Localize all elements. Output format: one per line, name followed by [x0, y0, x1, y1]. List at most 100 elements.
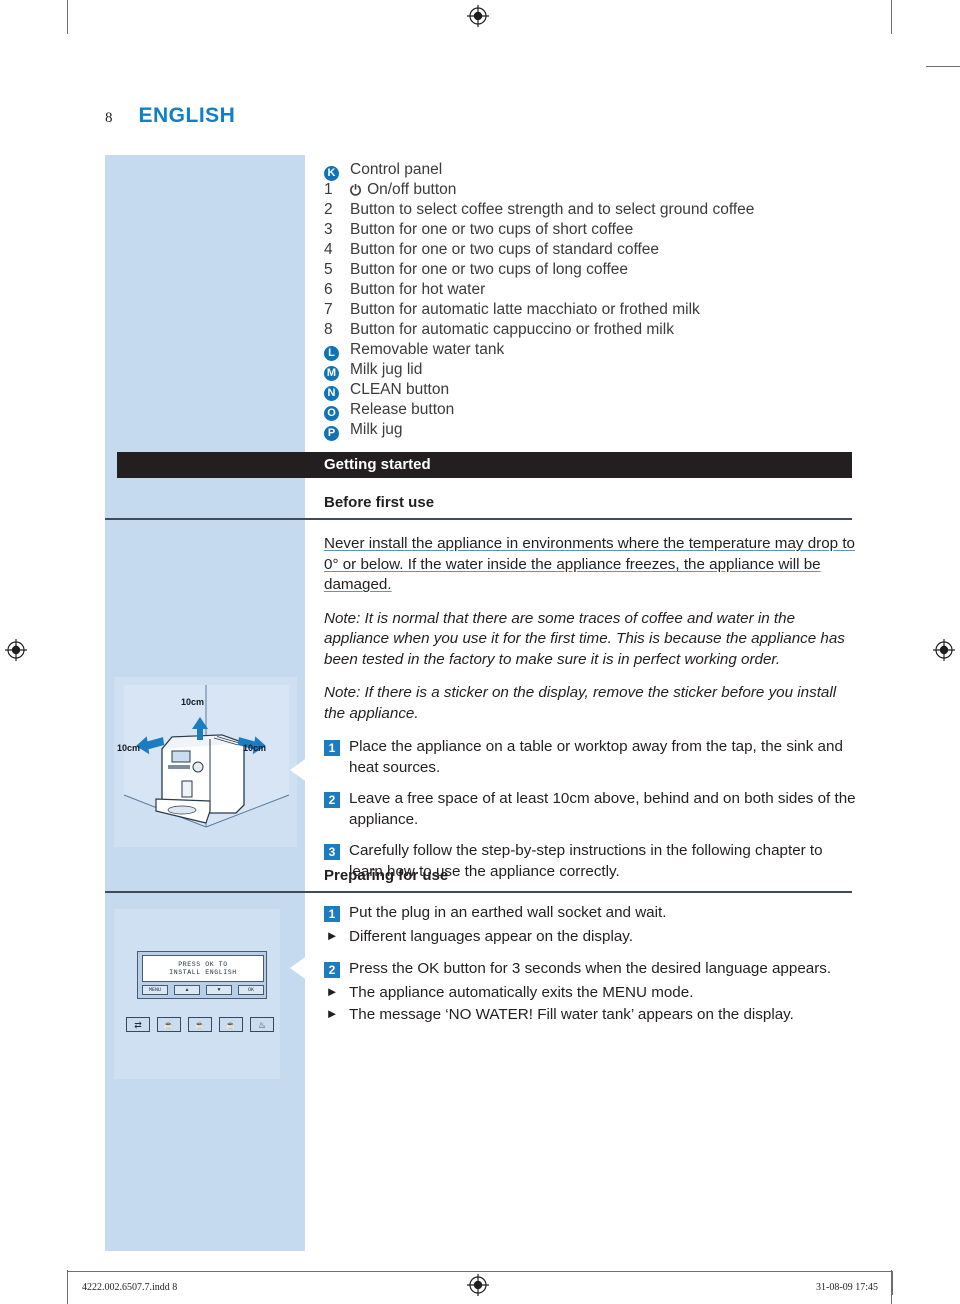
result-bullet-icon: ► — [325, 1006, 339, 1021]
registration-mark-bottom — [467, 1274, 489, 1296]
list-item: 7 Button for automatic latte macchiato o… — [324, 300, 856, 320]
badge-letter: N — [324, 386, 339, 401]
parts-label: Release button — [350, 401, 455, 418]
list-item: 6 Button for hot water — [324, 280, 856, 300]
lcd-screen: PRESS OK TO INSTALL ENGLISH — [142, 955, 264, 982]
list-item: 5 Button for one or two cups of long cof… — [324, 260, 856, 280]
footer-timestamp: 31-08-09 17:45 — [816, 1282, 878, 1293]
lcd-ok-button[interactable]: OK — [238, 985, 264, 995]
parts-label: CLEAN button — [350, 381, 450, 398]
subheading-before-first-use: Before first use — [324, 494, 435, 511]
parts-marker: 1 — [324, 181, 333, 198]
footer-rule — [67, 1271, 893, 1272]
registration-mark-left — [5, 639, 27, 661]
before-first-use-body: Never install the appliance in environme… — [324, 534, 856, 893]
callout-arrow-display — [290, 955, 308, 981]
callout-arrow-machine — [290, 757, 308, 783]
list-item: P Milk jug — [324, 420, 856, 441]
parts-label: Button for one or two cups of standard c… — [350, 241, 660, 258]
result-bullet-icon: ► — [325, 927, 339, 943]
bullet-item: ► The appliance automatically exits the … — [324, 983, 856, 1004]
subheading-preparing-for-use: Preparing for use — [324, 867, 449, 884]
badge-letter: O — [324, 406, 339, 421]
parts-marker: K — [324, 160, 350, 181]
lcd-panel: PRESS OK TO INSTALL ENGLISH MENU ▲ ▼ OK — [137, 951, 267, 999]
crop-mark-right-top — [926, 66, 960, 67]
illustration-machine-clearance: 10cm 10cm 10cm — [113, 676, 298, 848]
parts-label: Removable water tank — [350, 341, 505, 358]
parts-label: Button for automatic cappuccino or froth… — [350, 321, 674, 338]
parts-marker: M — [324, 360, 350, 381]
list-item: L Removable water tank — [324, 340, 856, 361]
parts-label: Control panel — [350, 161, 443, 178]
long-coffee-icon[interactable]: ☕ — [219, 1017, 243, 1032]
parts-marker: 5 — [324, 261, 333, 278]
step-number: 2 — [324, 962, 340, 978]
step-item: 2 Leave a free space of at least 10cm ab… — [324, 789, 856, 830]
step-number: 1 — [324, 906, 340, 922]
list-item: M Milk jug lid — [324, 360, 856, 381]
parts-marker: 4 — [324, 241, 333, 258]
page-header: 8 ENGLISH — [105, 104, 235, 128]
parts-list: K Control panel 1 ⏻ On/off button 2 Butt… — [324, 160, 856, 441]
lcd-down-button[interactable]: ▼ — [206, 985, 232, 995]
bullet-item: ► Different languages appear on the disp… — [324, 927, 856, 948]
step-number: 1 — [324, 740, 340, 756]
footer-tick-left — [67, 1271, 68, 1295]
parts-marker: 8 — [324, 321, 333, 338]
hot-water-icon[interactable]: ♨ — [250, 1017, 274, 1032]
parts-label: Button for one or two cups of short coff… — [350, 221, 634, 238]
list-item: 3 Button for one or two cups of short co… — [324, 220, 856, 240]
rule-preparing-for-use — [105, 891, 852, 893]
parts-marker: L — [324, 340, 350, 361]
bullet-item: ► The message ‘NO WATER! Fill water tank… — [324, 1005, 856, 1026]
crop-mark-top-right — [891, 0, 892, 34]
standard-coffee-icon[interactable]: ☕ — [188, 1017, 212, 1032]
step-number: 3 — [324, 844, 340, 860]
badge-letter: L — [324, 346, 339, 361]
parts-marker: 6 — [324, 281, 333, 298]
note-text-1: Note: It is normal that there are some t… — [324, 609, 845, 668]
parts-marker: P — [324, 420, 350, 441]
step-text: Press the OK button for 3 seconds when t… — [349, 960, 832, 977]
clearance-label-top: 10cm — [181, 697, 205, 707]
lcd-menu-button[interactable]: MENU — [142, 985, 168, 995]
parts-label: Milk jug lid — [350, 361, 423, 378]
result-bullet-icon: ► — [325, 983, 339, 999]
coffee-machine-drawing — [114, 677, 297, 847]
power-icon: ⏻ — [350, 182, 362, 198]
step-item: 1 Place the appliance on a table or work… — [324, 737, 856, 778]
control-panel-icon-row: ⇄ ☕ ☕ ☕ ♨ — [126, 1017, 274, 1032]
registration-mark-top — [467, 5, 489, 27]
preparing-for-use-body: 1 Put the plug in an earthed wall socket… — [324, 903, 856, 1028]
step-text: Put the plug in an earthed wall socket a… — [349, 904, 667, 921]
lcd-up-button[interactable]: ▲ — [174, 985, 200, 995]
section-bar-title: Getting started — [324, 456, 431, 473]
bullet-text: The appliance automatically exits the ME… — [349, 983, 694, 1001]
parts-label: Button for hot water — [350, 281, 486, 298]
lcd-button-row: MENU ▲ ▼ OK — [142, 985, 264, 995]
parts-marker: 3 — [324, 221, 333, 238]
list-item: 8 Button for automatic cappuccino or fro… — [324, 320, 856, 340]
rule-before-first-use — [105, 518, 852, 520]
badge-letter: M — [324, 366, 339, 381]
step-text: Place the appliance on a table or workto… — [349, 738, 843, 776]
footer-filename: 4222.002.6507.7.indd 8 — [82, 1282, 178, 1293]
section-bar-getting-started: Getting started — [117, 452, 852, 478]
short-coffee-icon[interactable]: ☕ — [157, 1017, 181, 1032]
list-item: O Release button — [324, 400, 856, 421]
list-item: N CLEAN button — [324, 380, 856, 401]
parts-list-block: K Control panel 1 ⏻ On/off button 2 Butt… — [324, 160, 856, 441]
page-number: 8 — [105, 110, 113, 126]
step-item: 1 Put the plug in an earthed wall socket… — [324, 903, 856, 924]
lcd-line-1: PRESS OK TO — [178, 961, 228, 968]
parts-label: Button for one or two cups of long coffe… — [350, 261, 629, 278]
badge-letter: P — [324, 426, 339, 441]
illustration-display-language: PRESS OK TO INSTALL ENGLISH MENU ▲ ▼ OK … — [113, 908, 281, 1080]
clearance-label-right: 10cm — [243, 743, 267, 753]
strength-icon[interactable]: ⇄ — [126, 1017, 150, 1032]
bullet-text: Different languages appear on the displa… — [349, 927, 633, 945]
step-text: Leave a free space of at least 10cm abov… — [349, 790, 856, 828]
note-text-2: Note: If there is a sticker on the displ… — [324, 684, 837, 722]
parts-marker: N — [324, 380, 350, 401]
